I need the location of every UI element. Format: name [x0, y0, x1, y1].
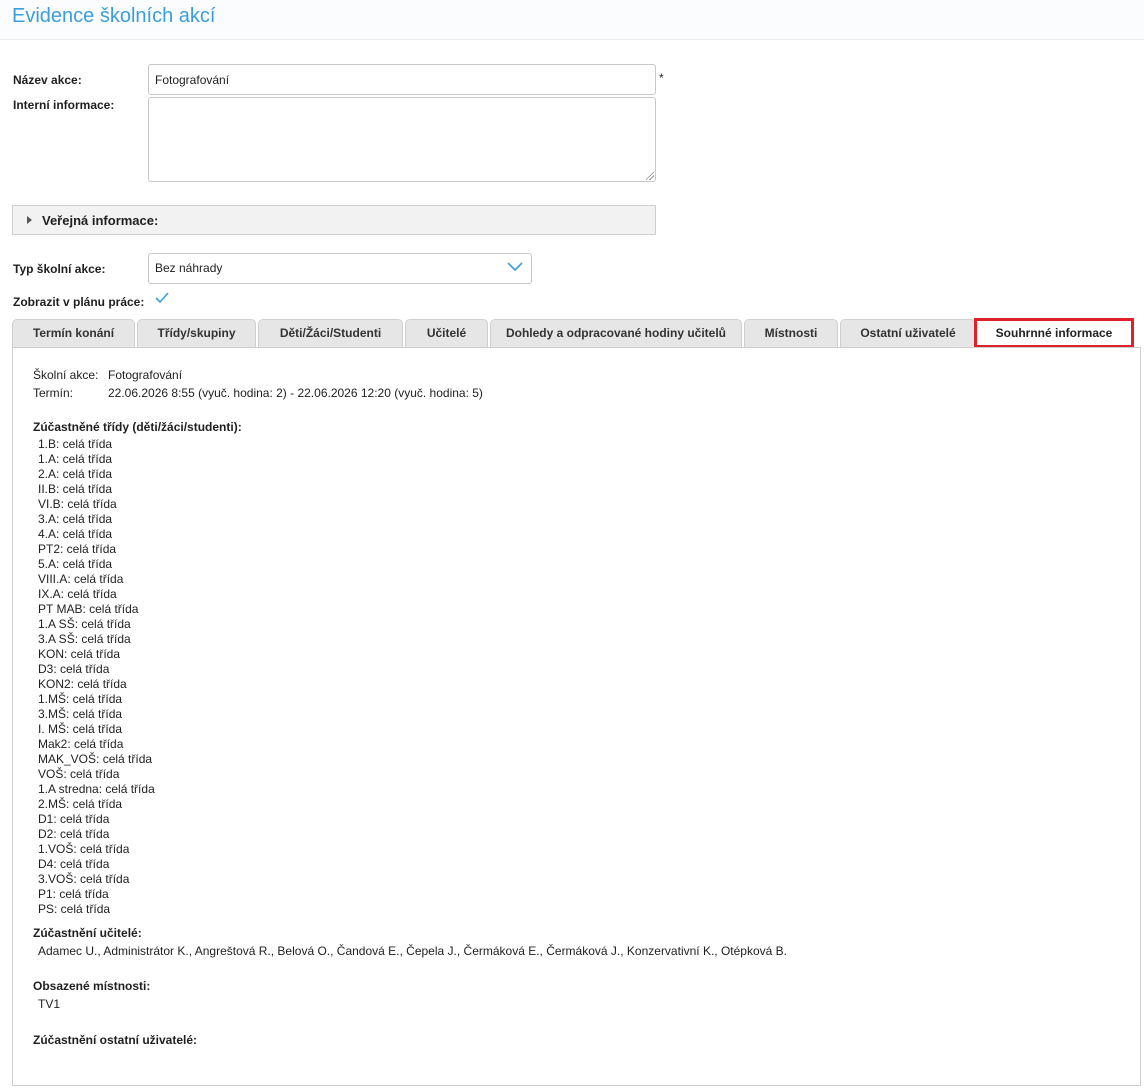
chevron-down-icon [507, 262, 523, 272]
caret-right-icon [27, 216, 32, 224]
list-item: D3: celá třída [38, 662, 110, 676]
tab-students[interactable]: Děti/Žáci/Studenti [258, 319, 403, 347]
list-item: Mak2: celá třída [38, 737, 124, 751]
list-item: 3.A SŠ: celá třída [38, 632, 131, 646]
list-item: 3.A: celá třída [38, 512, 113, 526]
tab-classes[interactable]: Třídy/skupiny [137, 319, 256, 347]
required-mark: * [659, 71, 664, 85]
page-header: Evidence školních akcí [0, 0, 1144, 40]
internal-info-textarea[interactable] [148, 97, 656, 182]
rooms-title: Obsazené místnosti: [33, 979, 151, 993]
other-users-title: Zúčastnění ostatní uživatelé: [33, 1033, 198, 1047]
page-title: Evidence školních akcí [12, 5, 216, 27]
list-item: VI.B: celá třída [38, 497, 117, 511]
list-item: D4: celá třída [38, 857, 110, 871]
tab-summary[interactable]: Souhrnné informace [974, 318, 1134, 348]
list-item: KON: celá třída [38, 647, 121, 661]
list-item: 1.MŠ: celá třída [38, 692, 123, 706]
term-label: Termín: [33, 386, 74, 400]
type-select[interactable]: Bez náhrady [148, 253, 532, 284]
rooms-value: TV1 [38, 997, 61, 1011]
tab-teachers[interactable]: Učitelé [405, 319, 488, 347]
type-label: Typ školní akce: [13, 262, 106, 276]
show-in-plan-label: Zobrazit v plánu práce: [13, 295, 145, 309]
teachers-title: Zúčastnění učitelé: [33, 926, 142, 940]
list-item: D1: celá třída [38, 812, 110, 826]
name-input[interactable] [148, 64, 656, 95]
list-item: IX.A: celá třída [38, 587, 117, 601]
list-item: MAK_VOŠ: celá třída [38, 752, 153, 766]
list-item: 2.A: celá třída [38, 467, 113, 481]
public-info-label: Veřejná informace: [42, 213, 159, 228]
action-label: Školní akce: [33, 368, 99, 382]
tab-other-users[interactable]: Ostatní uživatelé [840, 319, 976, 347]
list-item: I. MŠ: celá třída [38, 722, 123, 736]
internal-info-label: Interní informace: [13, 98, 115, 112]
tab-term[interactable]: Termín konání [12, 319, 135, 347]
list-item: PT2: celá třída [38, 542, 117, 556]
list-item: PS: celá třída [38, 902, 111, 916]
summary-panel: Školní akce: Fotografování Termín: 22.06… [12, 347, 1141, 1086]
list-item: 1.A stredna: celá třída [38, 782, 155, 796]
list-item: D2: celá třída [38, 827, 110, 841]
list-item: 2.MŠ: celá třída [38, 797, 123, 811]
type-select-value: Bez náhrady [155, 261, 223, 275]
list-item: PT MAB: celá třída [38, 602, 139, 616]
list-item: P1: celá třída [38, 887, 109, 901]
classes-list: 1.B: celá třída 1.A: celá třída 2.A: cel… [38, 437, 155, 917]
checkmark-icon[interactable] [155, 292, 169, 304]
name-label: Název akce: [13, 73, 82, 87]
list-item: 3.VOŠ: celá třída [38, 872, 130, 886]
list-item: 3.MŠ: celá třída [38, 707, 123, 721]
list-item: II.B: celá třída [38, 482, 113, 496]
tab-supervision[interactable]: Dohledy a odpracované hodiny učitelů [490, 319, 742, 347]
public-info-accordion[interactable]: Veřejná informace: [12, 205, 656, 235]
list-item: 5.A: celá třída [38, 557, 113, 571]
resize-grip-icon[interactable] [646, 172, 654, 180]
list-item: 1.B: celá třída [38, 437, 113, 451]
list-item: KON2: celá třída [38, 677, 127, 691]
tab-rooms[interactable]: Místnosti [744, 319, 838, 347]
classes-title: Zúčastněné třídy (děti/žáci/studenti): [33, 420, 242, 434]
list-item: VIII.A: celá třída [38, 572, 124, 586]
term-value: 22.06.2026 8:55 (vyuč. hodina: 2) - 22.0… [108, 386, 483, 400]
list-item: VOŠ: celá třída [38, 767, 120, 781]
list-item: 4.A: celá třída [38, 527, 113, 541]
action-value: Fotografování [108, 368, 183, 382]
tab-bar: Termín konání Třídy/skupiny Děti/Žáci/St… [0, 317, 1144, 348]
list-item: 1.VOŠ: celá třída [38, 842, 130, 856]
teachers-value: Adamec U., Administrátor K., Angreštová … [38, 944, 787, 958]
list-item: 1.A SŠ: celá třída [38, 617, 131, 631]
list-item: 1.A: celá třída [38, 452, 113, 466]
